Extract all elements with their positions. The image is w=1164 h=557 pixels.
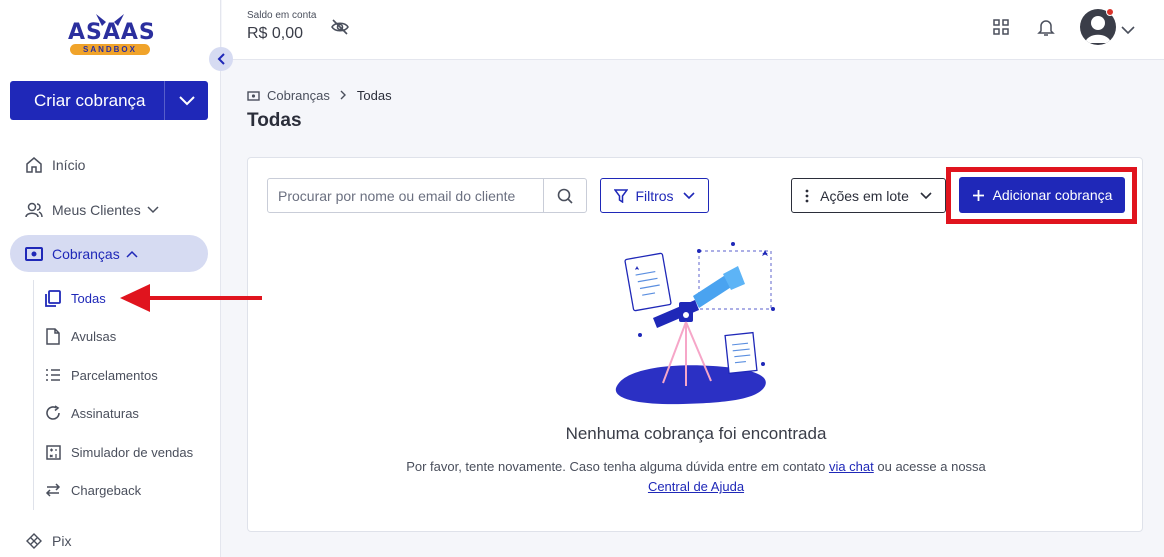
subitem-label: Chargeback [71,482,142,498]
subitem-label: Todas [71,290,106,306]
documents-icon [44,289,62,307]
create-charge-label: Criar cobrança [34,90,146,110]
balance-label: Saldo em conta [247,10,317,21]
apps-grid-icon[interactable] [992,18,1010,41]
money-icon [22,246,46,261]
search-icon [557,188,573,204]
filters-button[interactable]: Filtros [600,178,709,213]
telescope-illustration [615,242,775,405]
sidebar-item-clientes[interactable]: Meus Clientes [10,191,208,228]
chevron-right-icon [340,88,347,103]
sidebar-item-label: Meus Clientes [52,201,141,218]
refresh-icon [44,405,62,421]
charges-card: Filtros Ações em lote Adicionar cobrança… [247,157,1143,532]
sidebar-item-label: Pix [52,532,72,549]
logo-wordmark: ASAAS [68,20,156,45]
pix-icon [22,532,46,549]
create-charge-button[interactable]: Criar cobrança [10,81,208,120]
search-button[interactable] [543,179,586,212]
document-icon [44,327,62,345]
batch-actions-label: Ações em lote [820,187,909,204]
sidebar: ASAAS SANDBOX Criar cobrança Início Meus… [0,0,221,557]
balance-value: R$ 0,00 [247,25,304,42]
sidebar-item-cobrancas[interactable]: Cobranças [10,235,208,272]
page-title: Todas [247,110,302,131]
swap-icon [44,482,62,498]
home-icon [22,156,46,174]
subitem-assinaturas[interactable]: Assinaturas [44,398,214,428]
users-icon [22,201,46,219]
top-bar: Saldo em conta R$ 0,00 [222,0,1164,60]
subitem-label: Avulsas [71,328,117,344]
subitem-chargeback[interactable]: Chargeback [44,475,214,505]
collapse-sidebar-button[interactable] [209,47,233,71]
chevron-down-icon[interactable] [164,81,208,120]
subitem-label: Parcelamentos [71,367,158,383]
chevron-down-icon[interactable] [1121,22,1135,40]
subitem-avulsas[interactable]: Avulsas [44,321,214,351]
chevron-up-icon [126,250,138,258]
subitem-label: Simulador de vendas [71,444,194,460]
breadcrumb-current: Todas [356,88,392,103]
sidebar-item-label: Cobranças [52,245,120,262]
chat-link[interactable]: via chat [829,459,874,474]
subitem-label: Assinaturas [71,405,139,421]
empty-state-title: Nenhuma cobrança foi encontrada [565,424,827,443]
empty-state-text: Por favor, tente novamente. Caso tenha a… [398,457,994,497]
asaas-logo[interactable]: ASAAS SANDBOX [68,14,156,58]
sidebar-item-pix[interactable]: Pix [10,522,208,557]
calculator-icon [44,444,62,460]
sandbox-badge: SANDBOX [70,44,150,55]
submenu-divider [33,280,34,510]
money-icon [247,90,260,101]
filter-icon [614,188,629,203]
arrow-annotation [120,284,262,312]
more-vertical-icon [805,189,809,202]
help-center-link[interactable]: Central de Ajuda [648,479,744,494]
chevron-down-icon [682,191,695,199]
highlight-annotation [946,167,1137,224]
breadcrumb: Cobranças Todas [247,88,392,103]
chevron-down-icon [147,205,159,214]
list-icon [44,369,62,381]
subitem-parcelamentos[interactable]: Parcelamentos [44,360,214,390]
chevron-down-icon [920,191,932,199]
filters-label: Filtros [635,187,674,204]
batch-actions-button[interactable]: Ações em lote [791,178,946,213]
bell-icon[interactable] [1037,18,1055,42]
empty-text-1: Por favor, tente novamente. Caso tenha a… [406,459,829,474]
sidebar-item-inicio[interactable]: Início [10,146,208,183]
search-input[interactable] [268,179,543,212]
breadcrumb-parent[interactable]: Cobranças [267,88,330,103]
sidebar-item-label: Início [52,156,86,173]
notification-dot [1106,8,1114,16]
empty-text-2: ou acesse a nossa [873,459,986,474]
subitem-simulador[interactable]: Simulador de vendas [44,437,214,467]
search-box [267,178,587,213]
chevron-left-icon [217,53,225,65]
eye-off-icon[interactable] [330,19,350,40]
